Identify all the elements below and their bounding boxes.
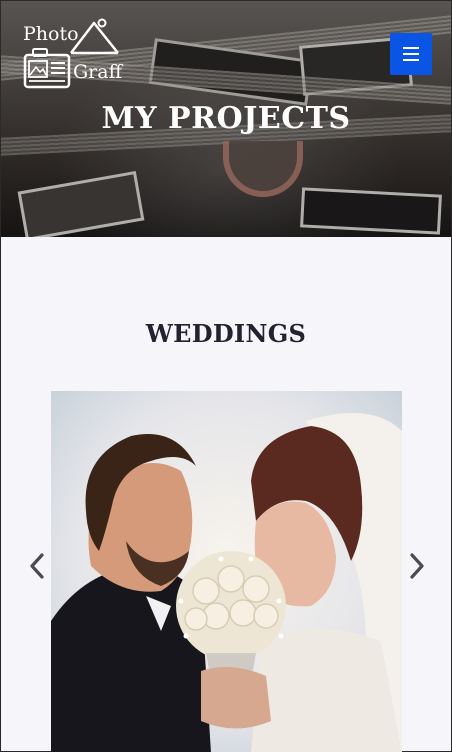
page-title: MY PROJECTS (101, 101, 351, 136)
hamburger-menu-icon (403, 59, 419, 61)
logo-text-photo: Photo (23, 23, 79, 45)
menu-button[interactable] (390, 33, 432, 75)
carousel-next-button[interactable] (405, 551, 429, 581)
hamburger-menu-icon (403, 53, 419, 55)
site-logo[interactable]: Photo Graff (23, 17, 123, 91)
carousel-slide[interactable] (51, 391, 402, 752)
chevron-right-icon (410, 553, 424, 579)
hamburger-menu-icon (403, 47, 419, 49)
hero-banner: Photo Graff MY PROJECTS (1, 1, 451, 237)
section-title: WEDDINGS (145, 319, 307, 348)
image-carousel (1, 391, 451, 752)
logo-text-graff: Graff (73, 61, 123, 83)
chevron-left-icon (30, 553, 44, 579)
wedding-couple-photo (51, 391, 402, 752)
carousel-prev-button[interactable] (25, 551, 49, 581)
